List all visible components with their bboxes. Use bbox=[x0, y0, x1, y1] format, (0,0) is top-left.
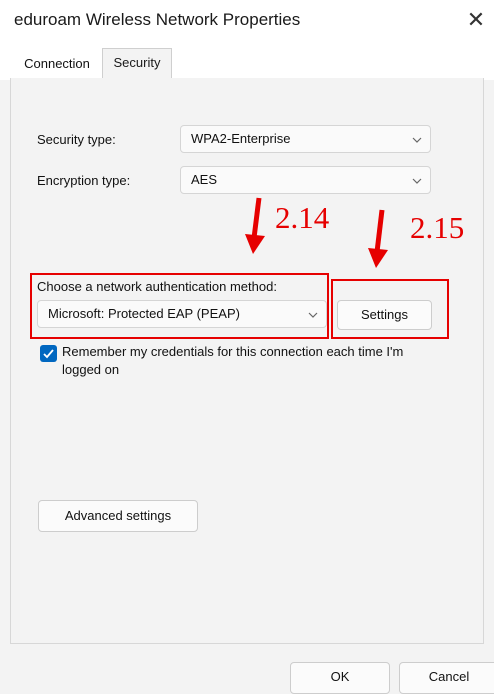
chevron-down-icon bbox=[412, 126, 422, 152]
remember-credentials-label: Remember my credentials for this connect… bbox=[62, 344, 404, 377]
ok-button[interactable]: OK bbox=[290, 662, 390, 694]
annotation-box-auth-method bbox=[30, 273, 329, 339]
tab-security[interactable]: Security bbox=[102, 48, 172, 78]
checkmark-icon bbox=[43, 349, 54, 359]
annotation-step-2-15: 2.15 bbox=[410, 210, 465, 245]
tab-connection[interactable]: Connection bbox=[12, 50, 102, 78]
arrow-down-icon bbox=[245, 197, 265, 254]
cancel-button[interactable]: Cancel bbox=[399, 662, 494, 694]
chevron-down-icon bbox=[412, 167, 422, 193]
title-bar: eduroam Wireless Network Properties ✕ bbox=[0, 0, 494, 42]
close-icon[interactable]: ✕ bbox=[462, 6, 490, 34]
annotation-box-settings bbox=[331, 279, 449, 339]
encryption-type-label: Encryption type: bbox=[37, 173, 131, 188]
arrow-down-icon bbox=[368, 209, 388, 268]
security-type-select[interactable]: WPA2-Enterprise bbox=[180, 125, 431, 153]
remember-credentials-checkbox[interactable] bbox=[40, 345, 57, 362]
advanced-settings-button[interactable]: Advanced settings bbox=[38, 500, 198, 532]
encryption-type-select[interactable]: AES bbox=[180, 166, 431, 194]
security-type-value: WPA2-Enterprise bbox=[191, 131, 291, 146]
security-type-label: Security type: bbox=[37, 132, 116, 147]
window-title: eduroam Wireless Network Properties bbox=[14, 10, 301, 29]
encryption-type-value: AES bbox=[191, 172, 218, 187]
annotation-step-2-14: 2.14 bbox=[275, 200, 330, 235]
